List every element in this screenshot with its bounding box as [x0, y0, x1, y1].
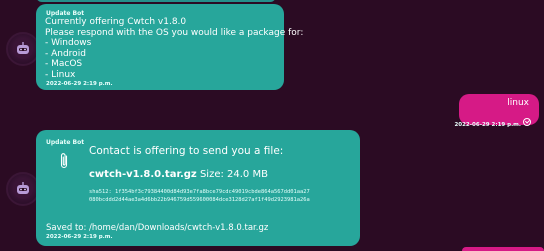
robot-icon — [13, 39, 33, 59]
previous-message-bubble — [36, 0, 276, 2]
message-bubble-file-offer[interactable]: Update Bot Contact is offering to send y… — [36, 130, 360, 246]
message-sender: Update Bot — [46, 139, 85, 146]
message-timestamp: 2022-06-29 2:19 p.m. — [46, 234, 113, 240]
robot-icon — [13, 179, 33, 199]
message-text: linux — [507, 98, 529, 108]
file-saved-path: Saved to: /home/dan/Downloads/cwtch-v1.8… — [46, 223, 269, 233]
message-line: - MacOS — [45, 59, 83, 69]
paperclip-icon — [60, 153, 68, 169]
message-timestamp: 2022-06-29 2:19 p.m. — [46, 81, 113, 87]
file-size: Size: 24.0 MB — [199, 169, 268, 180]
message-line: Please respond with the OS you would lik… — [45, 27, 304, 38]
message-line: - Windows — [45, 38, 92, 48]
update-bot-avatar[interactable] — [6, 172, 40, 206]
chat-message-list[interactable]: Update Bot Currently offering Cwtch v1.8… — [0, 0, 544, 251]
file-name: cwtch-v1.8.0.tar.gz — [89, 169, 197, 180]
file-hash: sha512: 1f354bf3c79384400d84d93e7fa8bce7… — [89, 188, 310, 204]
message-bubble-linux-reply[interactable]: linux 2022-06-29 2:19 p.m. — [454, 94, 539, 128]
update-bot-avatar[interactable] — [6, 32, 40, 66]
file-offer-title: Contact is offering to send you a file: — [89, 145, 284, 157]
message-bubble-os-prompt[interactable]: Update Bot Currently offering Cwtch v1.8… — [36, 4, 303, 90]
next-message-bubble — [462, 247, 544, 251]
file-hash-line: sha512: 1f354bf3c79384400d84d93e7fa8bce7… — [89, 189, 310, 195]
file-info: cwtch-v1.8.0.tar.gz Size: 24.0 MB — [89, 169, 268, 180]
message-line: - Android — [45, 48, 86, 59]
file-hash-line: 080bcddd2d44ae3a4d6bb22b946759d559600084… — [89, 197, 310, 203]
message-timestamp: 2022-06-29 2:19 p.m. — [454, 122, 521, 128]
message-line: - Linux — [45, 69, 76, 80]
message-sender: Update Bot — [46, 10, 85, 17]
message-line: Currently offering Cwtch v1.8.0 — [45, 17, 187, 27]
check-circle-icon — [523, 117, 531, 126]
